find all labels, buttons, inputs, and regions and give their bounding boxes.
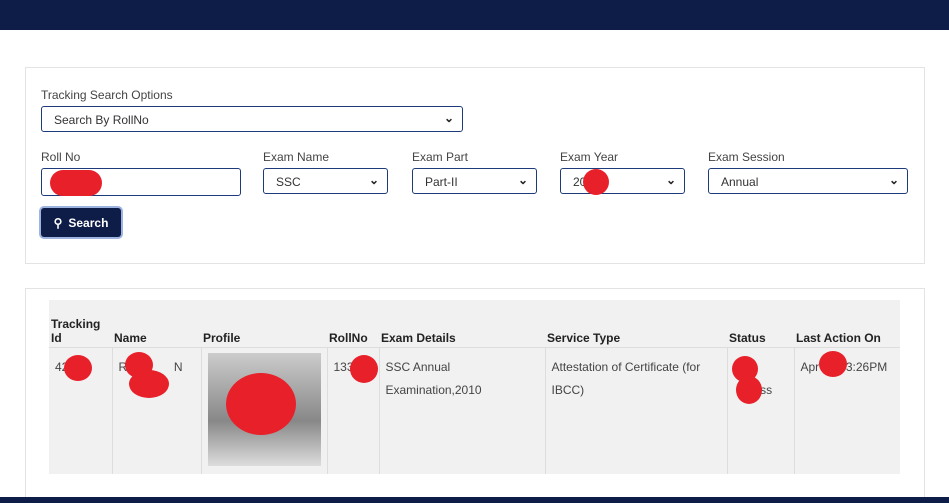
- col-service-type: Service Type: [545, 300, 727, 348]
- rollno-input[interactable]: [41, 168, 241, 196]
- exam-year-label: Exam Year: [560, 150, 619, 164]
- redaction-mark: [818, 350, 847, 377]
- search-card: Tracking Search Options Search By RollNo…: [25, 67, 925, 264]
- exam-part-label: Exam Part: [412, 150, 469, 164]
- cell-id: 42 6: [49, 347, 112, 474]
- chevron-down-icon: ⌄: [517, 173, 528, 187]
- col-status: Status: [727, 300, 794, 348]
- search-icon: ⚲: [53, 215, 63, 230]
- col-profile: Profile: [201, 300, 327, 348]
- redaction-mark: [583, 169, 609, 195]
- redaction-mark: [128, 369, 169, 398]
- top-header-bar: [0, 0, 949, 30]
- exam-year-select[interactable]: 20 ⌄: [560, 168, 685, 195]
- exam-part-select[interactable]: Part-II ⌄: [412, 168, 537, 194]
- table-row: 42 6 R M N 133 SSC Annual Examination,20…: [49, 347, 900, 474]
- col-rollno: RollNo: [327, 300, 379, 348]
- chevron-down-icon: ⌄: [368, 173, 379, 187]
- chevron-down-icon: ⌄: [443, 111, 454, 125]
- col-exam-details: Exam Details: [379, 300, 545, 348]
- cell-rollno: 133: [326, 347, 379, 474]
- exam-name-label: Exam Name: [263, 150, 330, 164]
- cell-status: ess: [726, 347, 794, 474]
- redaction-mark: [349, 354, 378, 383]
- results-card: Tracking Id Name Profile RollNo Exam Det…: [25, 288, 925, 500]
- cell-name: R M N: [111, 347, 201, 474]
- cell-service-type: Attestation of Certificate (for IBCC): [544, 347, 727, 474]
- search-options-value: Search By RollNo: [54, 113, 149, 127]
- search-button-label: Search: [68, 215, 109, 230]
- exam-session-label: Exam Session: [708, 150, 785, 164]
- rollno-label: Roll No: [41, 150, 81, 164]
- search-options-label: Tracking Search Options: [41, 88, 173, 102]
- exam-name-value: SSC: [276, 175, 301, 189]
- cell-exam-details: SSC Annual Examination,2010: [378, 347, 545, 474]
- footer-bar: [0, 497, 949, 503]
- exam-session-select[interactable]: Annual ⌄: [708, 168, 908, 194]
- col-last-action: Last Action On: [794, 300, 900, 348]
- results-table: Tracking Id Name Profile RollNo Exam Det…: [49, 300, 900, 474]
- col-name: Name: [112, 300, 201, 348]
- col-tracking-id: Tracking Id: [49, 300, 112, 348]
- cell-profile: [200, 347, 327, 474]
- search-options-select[interactable]: Search By RollNo ⌄: [41, 106, 463, 132]
- exam-part-value: Part-II: [425, 175, 458, 189]
- redaction-mark: [735, 375, 762, 404]
- cell-last-action: Apr 024 3:26PM: [793, 347, 900, 474]
- chevron-down-icon: ⌄: [665, 173, 676, 187]
- redaction-mark: [225, 372, 296, 435]
- chevron-down-icon: ⌄: [888, 173, 899, 187]
- exam-session-value: Annual: [721, 175, 759, 189]
- redaction-mark: [50, 170, 102, 196]
- table-header-row: Tracking Id Name Profile RollNo Exam Det…: [49, 300, 900, 348]
- redaction-mark: [64, 354, 92, 381]
- profile-photo: [207, 352, 321, 466]
- exam-name-select[interactable]: SSC ⌄: [263, 168, 388, 194]
- search-button[interactable]: ⚲ Search: [41, 208, 121, 237]
